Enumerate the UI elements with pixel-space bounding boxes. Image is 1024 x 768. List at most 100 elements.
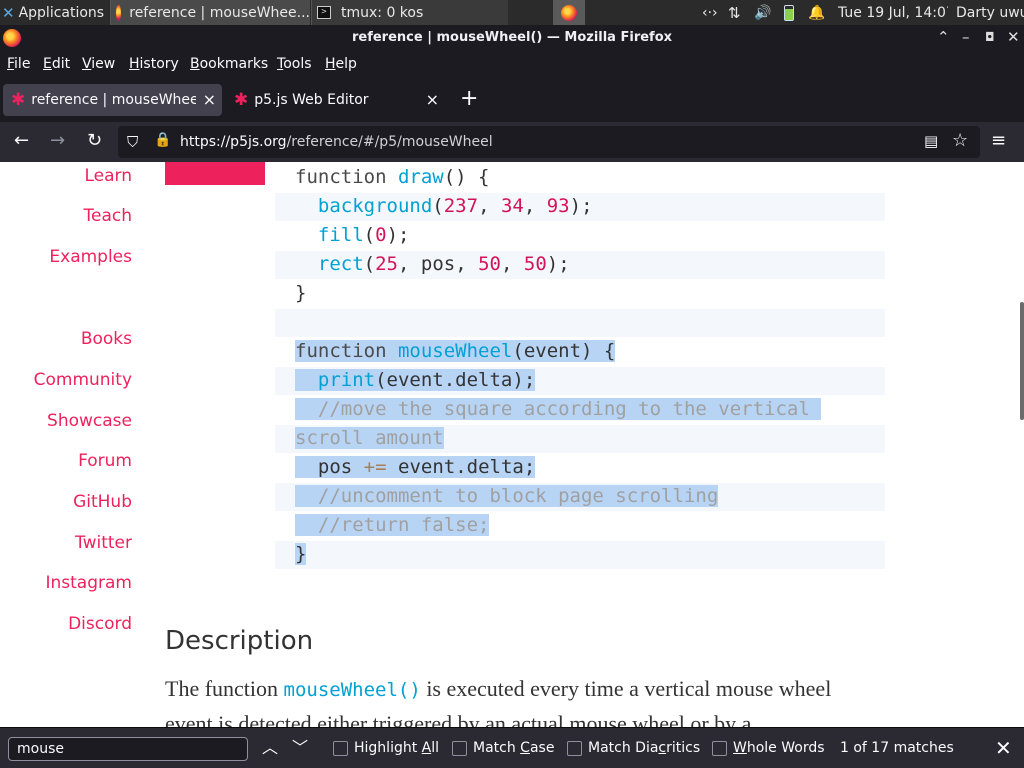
xfce-icon: ✕ bbox=[2, 3, 15, 22]
window-shade-icon[interactable]: ⌃ bbox=[937, 28, 950, 46]
sidebar-link-instagram[interactable]: Instagram bbox=[46, 573, 133, 593]
tab-label: p5.js Web Editor bbox=[254, 92, 369, 108]
navigation-toolbar: ← → ↻ ⛉ 🔒 https://p5js.org/reference/#/p… bbox=[0, 122, 1024, 162]
code-comment-highlighted[interactable]: //move the square according to the verti… bbox=[295, 397, 822, 421]
tab-close-icon[interactable]: × bbox=[426, 90, 439, 109]
taskbar-firefox[interactable]: reference | mouseWhee... bbox=[110, 0, 310, 25]
window-minimize-icon[interactable]: – bbox=[962, 28, 970, 46]
applications-label: Applications bbox=[18, 4, 105, 21]
find-close-icon[interactable]: ✕ bbox=[995, 736, 1012, 760]
find-input[interactable] bbox=[8, 737, 248, 761]
p5-favicon-icon: ✱ bbox=[234, 89, 249, 110]
user-menu[interactable]: Darty uwu bbox=[956, 0, 1024, 25]
sidebar-link-twitter[interactable]: Twitter bbox=[75, 533, 132, 553]
back-arrow-icon[interactable]: ← bbox=[14, 131, 29, 151]
highlight-all-label[interactable]: Highlight All bbox=[354, 740, 439, 756]
code-line-bg bbox=[275, 541, 885, 569]
terminal-icon: > bbox=[317, 6, 331, 19]
tab-close-icon[interactable]: × bbox=[203, 90, 216, 109]
match-diacritics-label[interactable]: Match Diacritics bbox=[588, 740, 700, 756]
sidebar-link-community[interactable]: Community bbox=[34, 370, 132, 390]
menu-file[interactable]: File bbox=[7, 56, 30, 72]
sidebar-link-teach[interactable]: Teach bbox=[84, 206, 133, 226]
whole-words-label[interactable]: Whole Words bbox=[733, 740, 825, 756]
page-scrollbar[interactable] bbox=[1020, 302, 1024, 420]
code-comment-highlighted[interactable]: //uncomment to block page scrolling bbox=[295, 484, 719, 508]
code-line[interactable]: rect(25, pos, 50, 50); bbox=[295, 252, 570, 276]
p5-favicon-icon: ✱ bbox=[11, 89, 26, 110]
menu-tools[interactable]: Tools bbox=[277, 56, 312, 72]
tab-label: reference | mouseWheel( bbox=[31, 92, 197, 108]
desktop-panel: ✕ Applications ∃ reference | mouseWhee..… bbox=[0, 0, 1024, 25]
description-heading: Description bbox=[165, 626, 314, 656]
tab-p5-web-editor[interactable]: ✱ p5.js Web Editor × bbox=[226, 84, 445, 116]
window-titlebar: reference | mouseWheel() — Mozilla Firef… bbox=[0, 25, 1024, 51]
menu-bookmarks[interactable]: Bookmarks bbox=[190, 56, 268, 72]
applications-menu[interactable]: ✕ Applications ∃ bbox=[2, 0, 108, 25]
url-text[interactable]: https://p5js.org/reference/#/p5/mouseWhe… bbox=[180, 134, 493, 150]
sidebar-link-forum[interactable]: Forum bbox=[78, 451, 132, 471]
menu-history[interactable]: History bbox=[129, 56, 179, 72]
sidebar-link-books[interactable]: Books bbox=[81, 329, 132, 349]
notification-bell-icon[interactable]: 🔔 bbox=[808, 0, 824, 25]
window-close-icon[interactable]: ✕ bbox=[1007, 28, 1020, 46]
match-diacritics-checkbox[interactable] bbox=[567, 741, 582, 756]
workspace-firefox-button[interactable] bbox=[553, 0, 585, 25]
forward-arrow-icon[interactable]: → bbox=[50, 131, 65, 151]
firefox-launcher-icon bbox=[561, 4, 577, 21]
description-paragraph: The function mouseWheel() is executed ev… bbox=[165, 676, 832, 727]
reload-icon[interactable]: ↻ bbox=[87, 131, 102, 151]
code-line[interactable]: } bbox=[295, 281, 306, 305]
reader-view-icon[interactable]: ▤ bbox=[924, 132, 938, 150]
sidebar-link-learn[interactable]: Learn bbox=[84, 166, 132, 186]
network-icon[interactable]: ‹·› bbox=[702, 0, 720, 25]
volume-icon[interactable]: 🔊 bbox=[754, 0, 774, 25]
example-canvas-strip bbox=[165, 162, 265, 185]
find-previous-icon[interactable]: ︿ bbox=[262, 739, 278, 757]
code-line-bg bbox=[275, 309, 885, 337]
find-bar: ︿ ﹀ Highlight All Match Case Match Diacr… bbox=[0, 727, 1024, 768]
transfer-icon[interactable]: ⇅ bbox=[728, 0, 748, 25]
sidebar-link-discord[interactable]: Discord bbox=[68, 614, 132, 634]
taskbar-tmux-label: tmux: 0 kos bbox=[341, 4, 424, 21]
find-next-icon[interactable]: ﹀ bbox=[292, 739, 308, 757]
whole-words-checkbox[interactable] bbox=[712, 741, 727, 756]
clock[interactable]: Tue 19 Jul, 14:07 bbox=[838, 0, 948, 25]
code-line-highlighted[interactable]: print(event.delta); bbox=[295, 368, 536, 392]
sidebar-link-showcase[interactable]: Showcase bbox=[47, 411, 132, 431]
code-line[interactable]: fill(0); bbox=[295, 223, 410, 247]
lock-icon[interactable]: 🔒 bbox=[154, 132, 171, 148]
page-content: Learn Teach Examples Books Community Sho… bbox=[0, 162, 1024, 727]
menu-view[interactable]: View bbox=[82, 56, 115, 72]
menu-help[interactable]: Help bbox=[325, 56, 357, 72]
mousewheel-link[interactable]: mouseWheel() bbox=[284, 679, 421, 701]
sidebar-link-examples[interactable]: Examples bbox=[49, 247, 132, 267]
url-bar[interactable]: ⛉ 🔒 https://p5js.org/reference/#/p5/mous… bbox=[118, 126, 980, 158]
tab-reference-mousewheel[interactable]: ✱ reference | mouseWheel( × bbox=[3, 84, 222, 116]
code-line[interactable]: background(237, 34, 93); bbox=[295, 194, 593, 218]
menu-bar: File Edit View History Bookmarks Tools H… bbox=[0, 51, 1024, 78]
hamburger-menu-icon[interactable]: ≡ bbox=[991, 131, 1006, 151]
battery-icon[interactable] bbox=[784, 0, 798, 25]
taskbar-firefox-label: reference | mouseWhee... bbox=[129, 4, 310, 21]
window-title: reference | mouseWheel() — Mozilla Firef… bbox=[351, 30, 673, 45]
menu-edit[interactable]: Edit bbox=[43, 56, 70, 72]
window-maximize-icon[interactable]: ◘ bbox=[985, 30, 995, 44]
bookmark-star-icon[interactable]: ☆ bbox=[952, 130, 968, 151]
highlight-all-checkbox[interactable] bbox=[333, 741, 348, 756]
shield-icon[interactable]: ⛉ bbox=[127, 133, 138, 151]
code-comment-highlighted[interactable]: //return false; bbox=[295, 513, 490, 537]
code-line-highlighted[interactable]: pos += event.delta; bbox=[295, 455, 536, 479]
code-line-highlighted[interactable]: } bbox=[295, 542, 307, 566]
match-case-label[interactable]: Match Case bbox=[473, 740, 554, 756]
firefox-icon bbox=[116, 4, 122, 21]
tab-strip: ✱ reference | mouseWheel( × ✱ p5.js Web … bbox=[0, 78, 1024, 122]
new-tab-button[interactable]: + bbox=[460, 86, 478, 112]
code-comment-highlighted[interactable]: scroll amount bbox=[295, 426, 444, 450]
code-line-highlighted[interactable]: function mouseWheel(event) { bbox=[295, 339, 616, 363]
taskbar-tmux[interactable]: > tmux: 0 kos bbox=[311, 0, 508, 25]
code-line[interactable]: function draw() { bbox=[295, 165, 490, 189]
match-case-checkbox[interactable] bbox=[452, 741, 467, 756]
sidebar-link-github[interactable]: GitHub bbox=[73, 492, 132, 512]
match-count: 1 of 17 matches bbox=[840, 740, 954, 756]
